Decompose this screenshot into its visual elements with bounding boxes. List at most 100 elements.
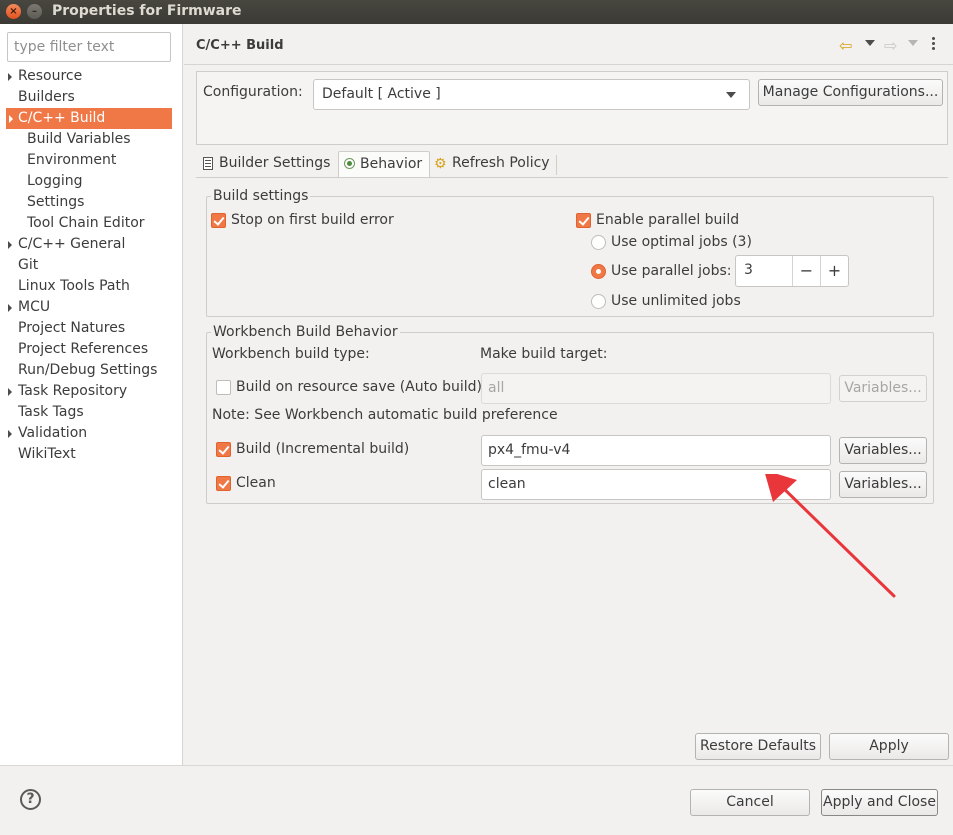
tree-item-build-variables[interactable]: Build Variables bbox=[0, 129, 182, 150]
apply-and-close-button[interactable]: Apply and Close bbox=[821, 789, 938, 816]
tree-item-label: Project Natures bbox=[18, 320, 126, 336]
incremental-build-label: Build (Incremental build) bbox=[236, 441, 410, 457]
window-title: Properties for Firmware bbox=[52, 3, 242, 19]
tree-item-tool-chain-editor[interactable]: Tool Chain Editor bbox=[0, 213, 182, 234]
parallel-jobs-stepper[interactable]: 3 − + bbox=[735, 255, 849, 287]
stop-on-error-checkbox[interactable] bbox=[211, 213, 226, 228]
tree-item-task-tags[interactable]: Task Tags bbox=[0, 402, 182, 423]
footer-divider bbox=[0, 765, 953, 766]
tree-item-resource[interactable]: Resource bbox=[0, 66, 182, 87]
tree-item-validation[interactable]: Validation bbox=[0, 423, 182, 444]
tab-behavior[interactable]: Behavior bbox=[338, 151, 430, 177]
back-arrow-icon[interactable]: ⇦ bbox=[839, 36, 852, 55]
tab-body-border bbox=[196, 177, 948, 178]
annotation-arrow bbox=[765, 474, 896, 598]
apply-button[interactable]: Apply bbox=[829, 733, 949, 760]
cancel-button[interactable]: Cancel bbox=[690, 789, 810, 816]
tree-item-linux-tools-path[interactable]: Linux Tools Path bbox=[0, 276, 182, 297]
properties-page: C/C++ Build ⇦ ⇨ Configuration: Default [… bbox=[184, 24, 953, 765]
tree-item-label: Environment bbox=[27, 152, 117, 168]
restore-defaults-button[interactable]: Restore Defaults bbox=[695, 733, 821, 760]
increment-button[interactable]: + bbox=[820, 256, 848, 286]
window-minimize-button[interactable]: – bbox=[27, 4, 42, 19]
tree-item-mcu[interactable]: MCU bbox=[0, 297, 182, 318]
title-bar: × – Properties for Firmware bbox=[0, 0, 953, 24]
chevron-down-icon bbox=[726, 92, 736, 98]
auto-build-target-field[interactable]: all bbox=[481, 373, 831, 404]
tree-item-label: Validation bbox=[18, 425, 88, 441]
tree-item-run-debug-settings[interactable]: Run/Debug Settings bbox=[0, 360, 182, 381]
configuration-label: Configuration: bbox=[203, 84, 303, 100]
tab-label: Refresh Policy bbox=[452, 155, 550, 171]
tree-item-label: MCU bbox=[18, 299, 51, 315]
clean-label: Clean bbox=[236, 475, 276, 491]
help-icon[interactable]: ? bbox=[20, 789, 41, 810]
optimal-jobs-radio[interactable] bbox=[591, 235, 606, 250]
tree-item-wikitext[interactable]: WikiText bbox=[0, 444, 182, 465]
tree-item-builders[interactable]: Builders bbox=[0, 87, 182, 108]
forward-history-dropdown-icon[interactable] bbox=[908, 40, 918, 46]
configuration-value: Default [ Active ] bbox=[322, 86, 441, 102]
parallel-jobs-value[interactable]: 3 bbox=[744, 262, 753, 278]
parallel-jobs-label: Use parallel jobs: bbox=[611, 263, 732, 279]
incremental-variables-button[interactable]: Variables... bbox=[839, 437, 927, 464]
tree-item-label: Run/Debug Settings bbox=[18, 362, 158, 378]
window-close-button[interactable]: × bbox=[6, 4, 21, 19]
tab-label: Behavior bbox=[360, 156, 423, 172]
tree-item-label: Tool Chain Editor bbox=[27, 215, 145, 231]
parallel-build-label: Enable parallel build bbox=[596, 212, 740, 228]
tab-refresh-policy[interactable]: ⚙ Refresh Policy bbox=[431, 151, 556, 177]
build-type-header: Workbench build type: bbox=[212, 346, 370, 362]
tab-builder-settings[interactable]: Builder Settings bbox=[198, 151, 337, 177]
incremental-build-checkbox[interactable] bbox=[216, 442, 231, 457]
expand-arrow-icon[interactable] bbox=[8, 73, 12, 81]
tree-item-task-repository[interactable]: Task Repository bbox=[0, 381, 182, 402]
annotation-arrow-shaft bbox=[775, 480, 896, 598]
back-history-dropdown-icon[interactable] bbox=[865, 40, 875, 46]
tree-item-label: Logging bbox=[27, 173, 83, 189]
parallel-build-checkbox[interactable] bbox=[576, 213, 591, 228]
tree-item-settings[interactable]: Settings bbox=[0, 192, 182, 213]
tree-item-label: C/C++ General bbox=[18, 236, 126, 252]
expand-arrow-icon[interactable] bbox=[8, 388, 12, 396]
radio-icon bbox=[344, 158, 355, 169]
tree-item-cpp-build[interactable]: C/C++ Build bbox=[6, 108, 172, 129]
property-tree: Resource Builders C/C++ Build Build Vari… bbox=[0, 66, 182, 465]
tree-item-environment[interactable]: Environment bbox=[0, 150, 182, 171]
expand-arrow-icon[interactable] bbox=[9, 115, 13, 123]
view-menu-icon[interactable] bbox=[932, 37, 936, 51]
workbench-note: Note: See Workbench automatic build pref… bbox=[212, 407, 558, 423]
group-title: Build settings bbox=[211, 187, 311, 205]
tree-item-label: Settings bbox=[27, 194, 85, 210]
manage-configurations-button[interactable]: Manage Configurations... bbox=[758, 79, 943, 106]
unlimited-jobs-radio[interactable] bbox=[591, 294, 606, 309]
tree-item-label: Task Repository bbox=[18, 383, 128, 399]
tree-item-logging[interactable]: Logging bbox=[0, 171, 182, 192]
page-title: C/C++ Build bbox=[196, 38, 284, 53]
tree-item-cpp-general[interactable]: C/C++ General bbox=[0, 234, 182, 255]
auto-build-checkbox[interactable] bbox=[216, 380, 231, 395]
configuration-panel: Configuration: Default [ Active ] Manage… bbox=[196, 71, 948, 145]
tab-divider bbox=[556, 155, 557, 175]
tree-item-project-references[interactable]: Project References bbox=[0, 339, 182, 360]
filter-input[interactable] bbox=[7, 32, 171, 62]
incremental-build-target-field[interactable]: px4_fmu-v4 bbox=[481, 435, 831, 466]
expand-arrow-icon[interactable] bbox=[8, 304, 12, 312]
configuration-select[interactable]: Default [ Active ] bbox=[313, 79, 750, 110]
forward-arrow-icon[interactable]: ⇨ bbox=[884, 36, 897, 55]
tree-item-label: C/C++ Build bbox=[18, 110, 106, 126]
expand-arrow-icon[interactable] bbox=[8, 430, 12, 438]
clean-checkbox[interactable] bbox=[216, 476, 231, 491]
unlimited-jobs-label: Use unlimited jobs bbox=[611, 293, 741, 309]
stop-on-error-label: Stop on first build error bbox=[231, 212, 394, 228]
parallel-jobs-radio[interactable] bbox=[591, 264, 606, 279]
optimal-jobs-label: Use optimal jobs (3) bbox=[611, 234, 752, 250]
tree-item-label: Linux Tools Path bbox=[18, 278, 130, 294]
decrement-button[interactable]: − bbox=[792, 256, 820, 286]
auto-build-label: Build on resource save (Auto build) bbox=[236, 379, 483, 395]
tree-item-git[interactable]: Git bbox=[0, 255, 182, 276]
expand-arrow-icon[interactable] bbox=[8, 241, 12, 249]
tree-item-project-natures[interactable]: Project Natures bbox=[0, 318, 182, 339]
sidebar: Resource Builders C/C++ Build Build Vari… bbox=[0, 24, 183, 765]
auto-build-variables-button[interactable]: Variables... bbox=[839, 375, 927, 402]
